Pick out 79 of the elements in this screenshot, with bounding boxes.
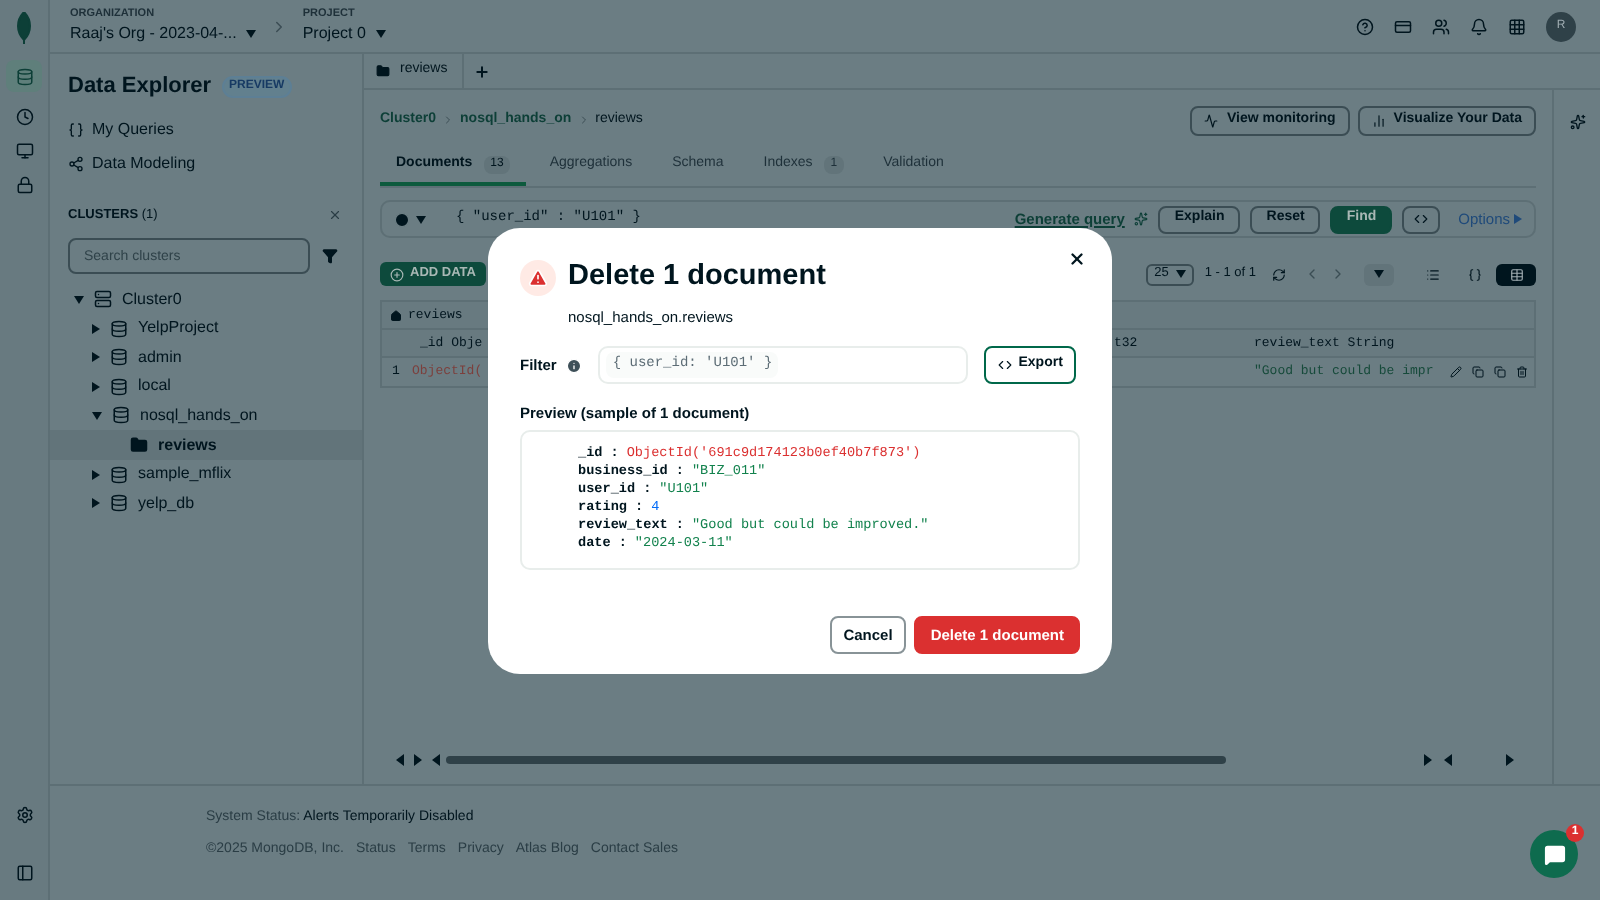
database-icon — [110, 465, 128, 484]
caret-icon — [1374, 270, 1384, 278]
tree-item[interactable]: reviews — [50, 430, 362, 460]
sidebar-title: Data Explorer — [68, 72, 212, 102]
diagram-icon — [68, 155, 84, 171]
caret-icon — [375, 29, 386, 38]
database-icon — [112, 406, 130, 425]
copy-icon[interactable] — [1472, 366, 1484, 378]
folder-icon — [376, 64, 390, 78]
caret-icon — [92, 323, 100, 334]
database-icon — [110, 377, 128, 396]
filter-icon[interactable] — [322, 248, 338, 265]
tree-item[interactable]: local — [50, 372, 362, 402]
chat-icon — [1543, 843, 1565, 865]
dropdown-button[interactable] — [1364, 263, 1394, 285]
project-selector[interactable]: Project 0 — [302, 25, 386, 42]
caret-icon — [246, 29, 257, 38]
help-icon[interactable] — [1356, 17, 1374, 35]
tree-item[interactable]: YelpProject — [50, 313, 362, 343]
caret-icon — [92, 352, 100, 363]
dialog-title: Delete 1 document — [568, 258, 826, 296]
bar-chart-icon — [1371, 113, 1386, 127]
tree-item[interactable]: nosql_hands_on — [50, 401, 362, 431]
code-icon — [998, 358, 1013, 372]
refresh-icon[interactable] — [1272, 267, 1286, 281]
panel-toggle-icon[interactable] — [15, 864, 33, 882]
caret-icon — [1176, 270, 1187, 278]
collapse-icon[interactable] — [328, 207, 342, 222]
code-button[interactable] — [1402, 205, 1441, 233]
list-icon — [1425, 267, 1439, 281]
caret-icon — [92, 411, 102, 420]
caret-icon — [92, 498, 100, 509]
home-icon — [390, 309, 402, 321]
clone-icon[interactable] — [1494, 366, 1506, 378]
server-icon — [94, 290, 112, 309]
database-icon — [110, 319, 128, 338]
tree-item[interactable]: yelp_db — [50, 488, 362, 518]
caret-icon — [92, 469, 100, 480]
close-icon[interactable] — [1068, 250, 1086, 268]
database-icon — [110, 348, 128, 367]
caret-icon — [416, 215, 426, 223]
org-selector[interactable]: Raaj's Org - 2023-04-... — [70, 25, 257, 42]
chevron-icon — [442, 114, 455, 126]
tree-item[interactable]: sample_mflix — [50, 459, 362, 489]
lock-icon[interactable] — [15, 176, 33, 194]
trash-icon[interactable] — [1516, 366, 1528, 378]
edit-icon[interactable] — [1450, 366, 1462, 378]
database-icon — [110, 494, 128, 513]
table-icon — [1509, 267, 1523, 281]
caret-icon — [1514, 214, 1522, 224]
sidebar-link[interactable]: My Queries — [68, 117, 362, 141]
folder-icon — [130, 436, 148, 455]
settings-icon[interactable] — [15, 806, 33, 824]
code-icon — [1414, 212, 1429, 226]
add-tab-icon[interactable] — [474, 63, 490, 79]
history-button[interactable] — [394, 211, 426, 227]
sparkle-icon[interactable] — [1569, 114, 1585, 130]
braces-icon — [68, 121, 84, 137]
card-icon[interactable] — [1394, 17, 1412, 35]
tree-item[interactable]: Cluster0 — [50, 284, 362, 314]
warning-icon — [520, 259, 556, 296]
database-nav-icon[interactable] — [6, 60, 42, 92]
sparkle-icon — [1134, 212, 1149, 226]
sidebar-link[interactable]: Data Modeling — [68, 151, 362, 175]
people-icon[interactable] — [1432, 17, 1450, 35]
chevron-icon — [577, 114, 590, 126]
caret-icon — [74, 295, 84, 304]
caret-icon — [92, 381, 100, 392]
plus-circle-icon — [390, 267, 404, 281]
leaf-logo-icon — [16, 12, 32, 44]
apps-grid-icon[interactable] — [1508, 17, 1526, 35]
tree-item[interactable]: admin — [50, 342, 362, 373]
horizontal-scrollbar[interactable] — [396, 752, 1516, 768]
activity-icon — [1204, 113, 1219, 127]
monitor-icon[interactable] — [15, 142, 33, 160]
braces-icon — [1467, 267, 1481, 281]
info-icon[interactable] — [566, 357, 583, 373]
bell-icon[interactable] — [1470, 17, 1488, 35]
table-view-button[interactable] — [1496, 263, 1536, 285]
